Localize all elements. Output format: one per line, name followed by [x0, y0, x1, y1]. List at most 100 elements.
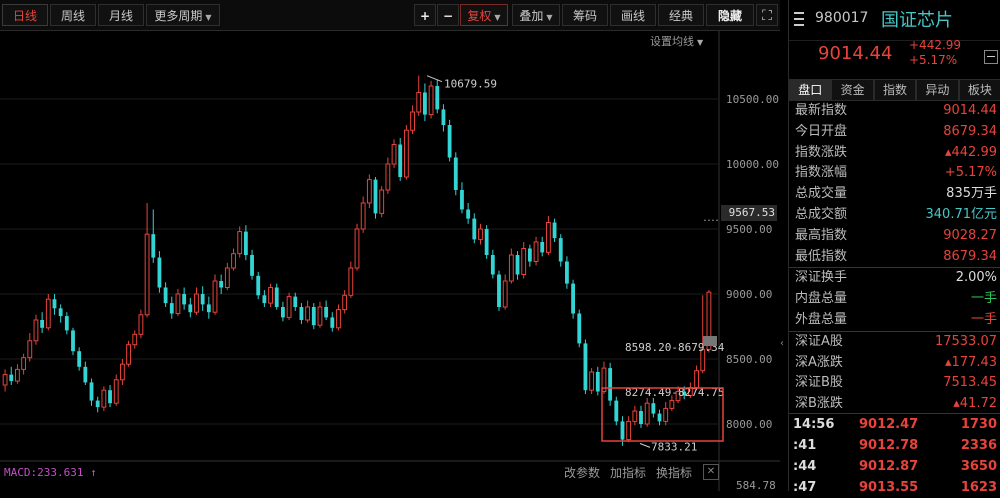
annotation-leader [426, 75, 443, 83]
tab-abnormal[interactable]: 异动 [916, 79, 959, 101]
set-ma-button[interactable]: 设置均线 ▼ [650, 33, 703, 49]
chips-button[interactable]: 筹码 [562, 4, 608, 26]
candle [89, 378, 94, 406]
index-name: 国证芯片 [881, 10, 953, 31]
candle [311, 303, 316, 330]
candle [299, 303, 304, 324]
candle [71, 327, 75, 356]
quote-stat-row: 总成交额 340.71亿元 [789, 205, 1000, 226]
candle [644, 398, 650, 427]
tab-index[interactable]: 指数 [873, 79, 917, 101]
candle [188, 297, 193, 318]
candle [194, 287, 199, 315]
add-indicator-button[interactable]: 加指标 [610, 464, 646, 481]
chevron-down-icon: ▼ [205, 13, 212, 22]
stat-label: 总成交额 [795, 206, 848, 222]
more-periods-button[interactable]: 更多周期 ▼ [146, 4, 220, 26]
candle [206, 296, 211, 319]
stat-label: 最低指数 [795, 248, 848, 264]
collapse-panel-icon[interactable]: ‹ [780, 338, 788, 368]
candle [472, 213, 477, 244]
period-week-button[interactable]: 周线 [50, 4, 96, 26]
tick-price: 9013.55 [859, 480, 919, 495]
overlay-button[interactable]: 叠加 ▼ [512, 4, 560, 26]
period-month-button[interactable]: 月线 [98, 4, 144, 26]
stat-label: 内盘总量 [795, 291, 848, 307]
quote-stat-row: 内盘总量 一手 [789, 289, 1000, 310]
candle [410, 105, 415, 135]
candle [490, 249, 495, 279]
candle [200, 286, 205, 311]
candle [589, 368, 595, 395]
zoom-out-button[interactable]: − [437, 4, 459, 26]
quote-header: 980017 国证芯片 [789, 0, 1000, 41]
fullscreen-icon[interactable]: ⛶ [756, 4, 778, 26]
candle [243, 225, 248, 261]
quote-stat-row: 深证换手 2.00% [789, 268, 1000, 289]
stat-label: 外盘总量 [795, 311, 848, 327]
stat-label: 深证B股 [795, 375, 843, 391]
candle [497, 270, 501, 311]
quote-stat-row: 深A涨跌 ▴177.43 [789, 353, 1000, 374]
candle [138, 309, 144, 339]
tick-volume: 2336 [960, 438, 997, 453]
stat-value: 9028.27 [943, 227, 997, 243]
classic-button[interactable]: 经典 [658, 4, 704, 26]
candle [45, 294, 51, 331]
candle [64, 312, 69, 335]
low-annotation: 7833.21 [651, 440, 697, 453]
tab-quote[interactable]: 盘口 [789, 79, 832, 101]
candlestick-chart[interactable]: 10679.598598.20-8679.348274.49-8274.7578… [0, 31, 780, 491]
stat-label: 深证换手 [795, 270, 848, 286]
quote-stat-row: 指数涨幅 +5.17% [789, 163, 1000, 184]
adjust-label: 复权 [467, 9, 492, 23]
tick-price: 9012.78 [859, 438, 919, 453]
close-indicator-icon[interactable]: ✕ [703, 464, 719, 480]
quote-stat-row: 外盘总量 一手 [789, 310, 1000, 331]
draw-line-button[interactable]: 画线 [610, 4, 656, 26]
candle [422, 83, 427, 122]
tick-list: 14:56 9012.47 1730:41 9012.78 2336:44 9012.87… [789, 413, 1000, 498]
stat-label: 最高指数 [795, 227, 848, 243]
candle [558, 234, 563, 267]
switch-indicator-button[interactable]: 换指标 [656, 464, 692, 481]
candle [126, 340, 131, 367]
candle [231, 248, 236, 271]
candle [545, 216, 551, 255]
candle [651, 398, 656, 418]
candle [237, 226, 243, 258]
candle [700, 295, 706, 374]
stat-label: 指数涨跌 [795, 144, 848, 160]
tab-funds[interactable]: 资金 [831, 79, 874, 101]
candle [552, 218, 557, 242]
candle [219, 274, 224, 294]
quote-stat-row: 深证A股 17533.07 [789, 332, 1000, 353]
period-day-button[interactable]: 日线 [2, 4, 48, 26]
candle [527, 244, 532, 267]
change-params-button[interactable]: 改参数 [564, 464, 600, 481]
menu-icon[interactable] [794, 12, 804, 26]
candle [40, 312, 45, 333]
stat-label: 深A涨跌 [795, 354, 843, 370]
minimize-icon[interactable] [984, 50, 998, 64]
adjust-button[interactable]: 复权 ▼ [460, 4, 508, 26]
stat-value: 一手 [970, 291, 997, 307]
candle [108, 385, 112, 408]
chevron-down-icon: ▼ [697, 38, 704, 47]
candle [441, 104, 446, 132]
candle [262, 290, 267, 307]
tab-sector[interactable]: 板块 [958, 79, 1000, 101]
candle [663, 401, 669, 426]
hide-button[interactable]: 隐藏 [706, 4, 754, 26]
zoom-in-button[interactable]: + [414, 4, 436, 26]
price-change: +442.99 +5.17% [909, 38, 961, 68]
more-periods-label: 更多周期 [154, 9, 203, 23]
tick-row: :47 9013.55 1623 [789, 477, 1000, 498]
tick-row: :44 9012.87 3650 [789, 456, 1000, 477]
y-tick-label: 8500.00 [726, 353, 773, 366]
candle [391, 139, 397, 168]
quote-tabs: 盘口 资金 指数 异动 板块 [789, 79, 1000, 101]
candle [83, 361, 88, 385]
candle [286, 292, 292, 320]
candle [502, 274, 508, 310]
